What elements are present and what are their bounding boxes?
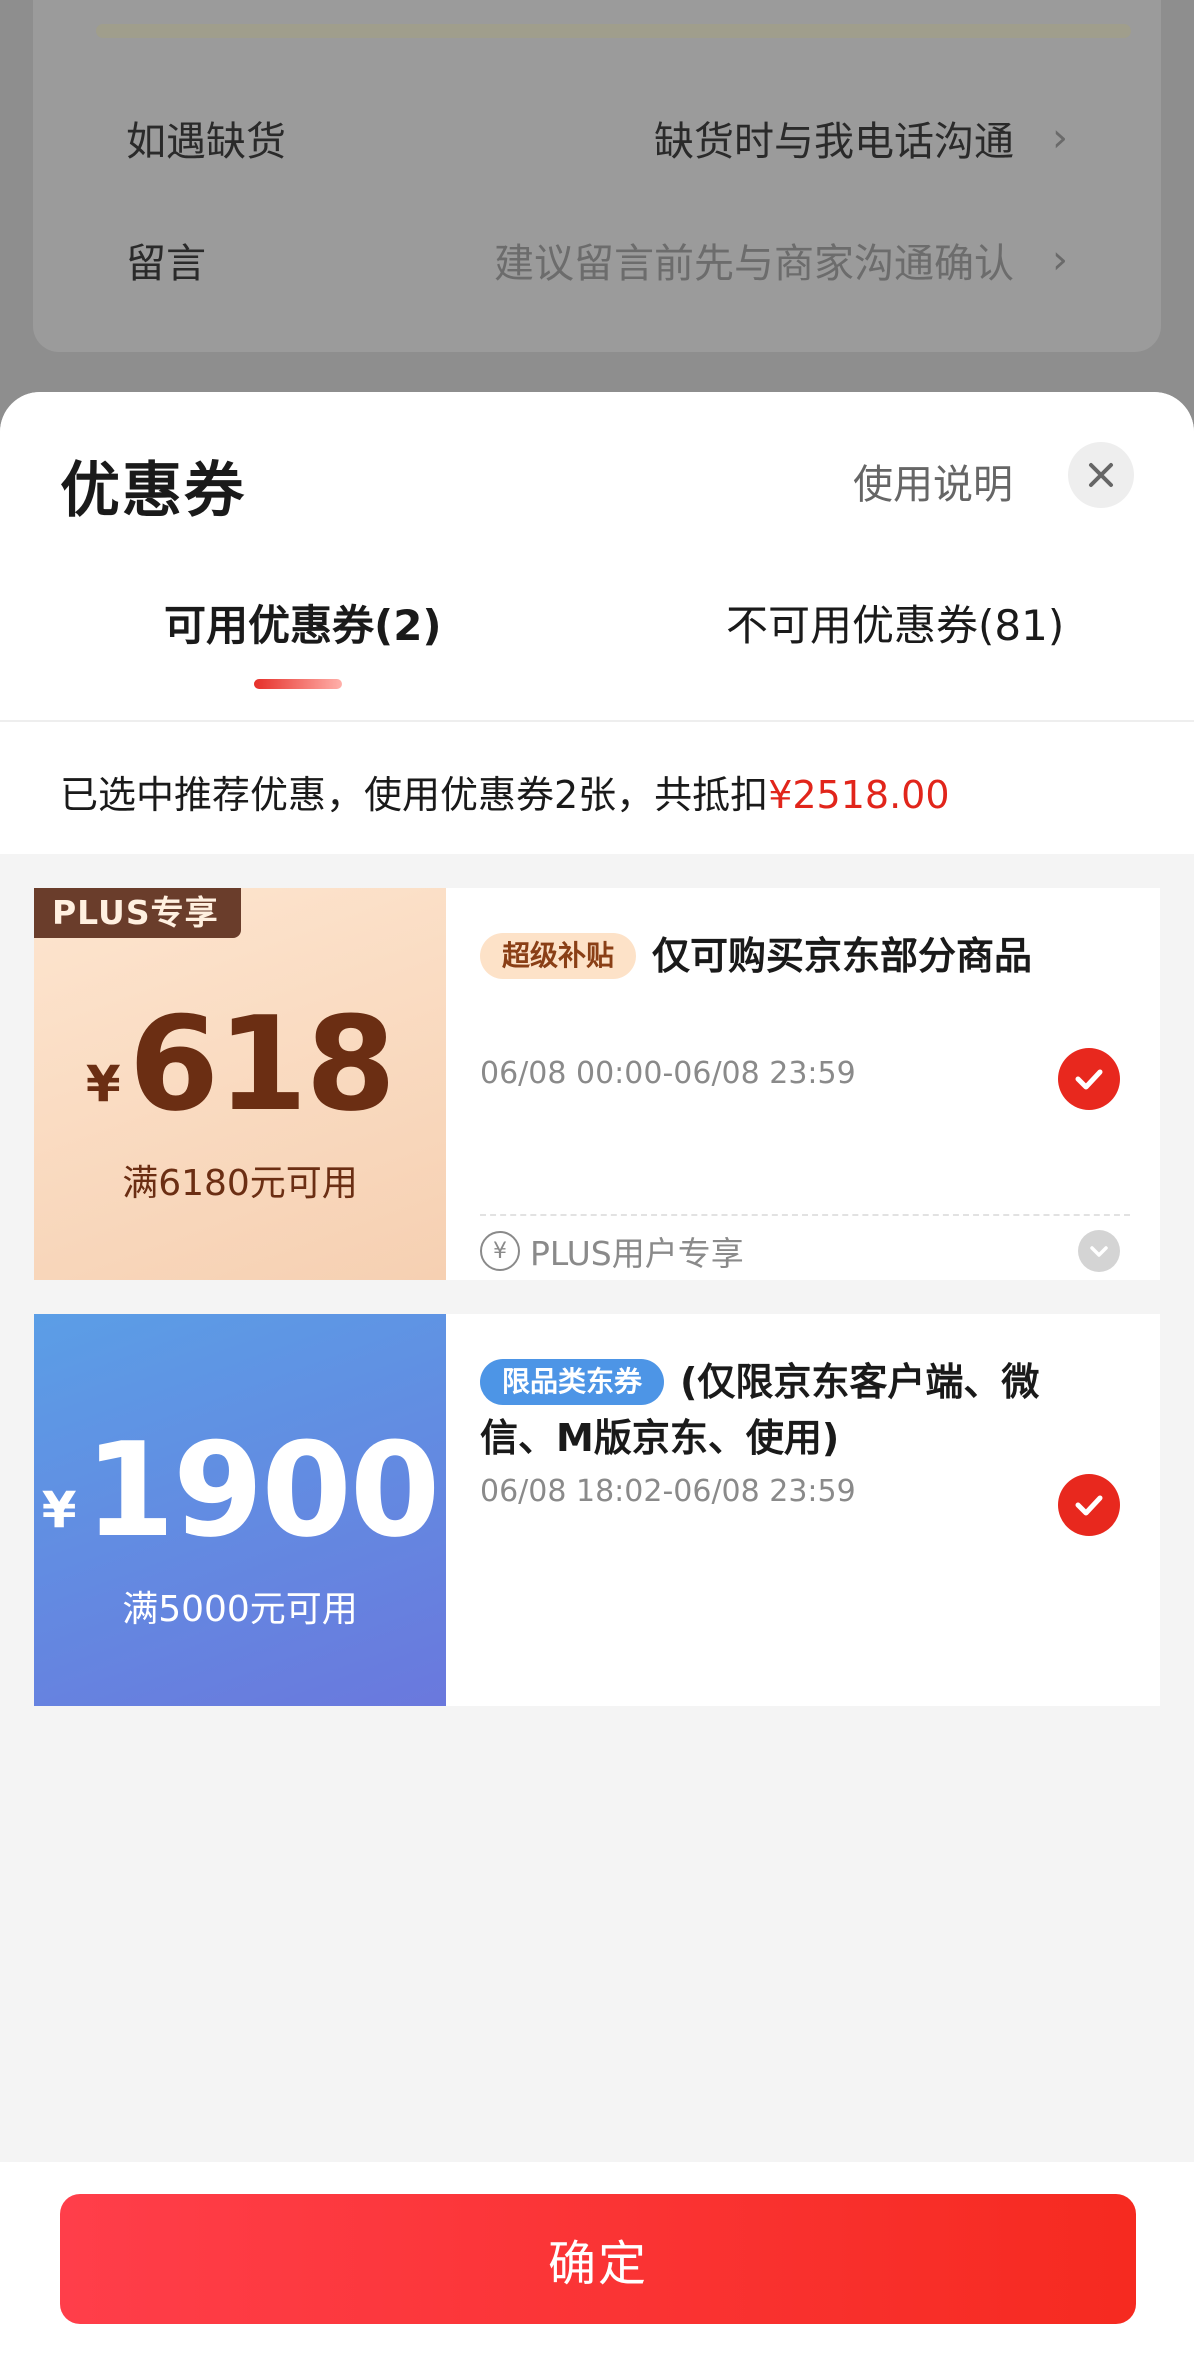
yen-circle-icon: ¥ bbox=[480, 1231, 520, 1271]
out-of-stock-row: 如遇缺货 缺货时与我电话沟通 › bbox=[126, 108, 1068, 168]
coupon-sheet: 优惠券 使用说明 可用优惠券(2) 不可用优惠券(81) 已选中推荐优惠，使用优… bbox=[0, 392, 1194, 2362]
coupon-condition: 满6180元可用 bbox=[122, 1163, 358, 1204]
expand-button[interactable] bbox=[1078, 1230, 1120, 1272]
coupon-badge: 超级补贴 bbox=[480, 933, 637, 979]
close-button[interactable] bbox=[1068, 442, 1134, 508]
confirm-button[interactable]: 确定 bbox=[60, 2194, 1136, 2324]
check-icon bbox=[1075, 1069, 1103, 1090]
background-strip bbox=[96, 24, 1131, 38]
coupon-amount-value: 1900 bbox=[84, 1414, 440, 1566]
sheet-title: 优惠券 bbox=[60, 456, 246, 526]
tab-unavailable[interactable]: 不可用优惠券(81) bbox=[726, 592, 1064, 653]
check-icon bbox=[1075, 1495, 1103, 1516]
coupon-amount-value: 618 bbox=[128, 988, 396, 1140]
coupon-card[interactable]: ¥1900 满5000元可用 限品类东券 (仅限京东客户端、微信、M版京东、使用)… bbox=[34, 1314, 1160, 1706]
selection-summary: 已选中推荐优惠，使用优惠券2张，共抵扣¥2518.00 bbox=[60, 764, 950, 819]
coupon-validity: 06/08 18:02-06/08 23:59 bbox=[480, 1474, 856, 1509]
sheet-footer: 确定 bbox=[0, 2162, 1194, 2362]
out-of-stock-label: 如遇缺货 bbox=[126, 119, 286, 165]
coupon-select-checkbox[interactable] bbox=[1058, 1474, 1120, 1536]
tab-active-indicator bbox=[254, 679, 342, 689]
coupon-title: 限品类东券 (仅限京东客户端、微信、M版京东、使用) bbox=[480, 1354, 1100, 1466]
coupon-value-panel: PLUS专享 ¥618 满6180元可用 bbox=[34, 888, 446, 1280]
plus-user-row[interactable]: ¥ PLUS用户专享 bbox=[480, 1228, 1120, 1274]
tab-available[interactable]: 可用优惠券(2) bbox=[164, 592, 442, 653]
summary-amount: ¥2518.00 bbox=[768, 773, 950, 817]
plus-user-text: PLUS用户专享 bbox=[530, 1234, 744, 1273]
coupon-details: 限品类东券 (仅限京东客户端、微信、M版京东、使用) 06/08 18:02-06… bbox=[480, 1314, 1130, 1706]
coupon-amount: ¥1900 bbox=[34, 1414, 446, 1566]
usage-instructions-link[interactable]: 使用说明 bbox=[853, 452, 1013, 510]
coupon-title: 超级补贴 仅可购买京东部分商品 bbox=[480, 928, 1100, 984]
plus-exclusive-tag: PLUS专享 bbox=[34, 888, 241, 938]
coupon-badge: 限品类东券 bbox=[480, 1359, 665, 1405]
currency-symbol: ¥ bbox=[41, 1481, 77, 1539]
coupon-value-panel: ¥1900 满5000元可用 bbox=[34, 1314, 446, 1706]
sheet-header: 优惠券 使用说明 可用优惠券(2) 不可用优惠券(81) 已选中推荐优惠，使用优… bbox=[0, 392, 1194, 854]
coupon-details: 超级补贴 仅可购买京东部分商品 06/08 00:00-06/08 23:59 ¥… bbox=[480, 888, 1130, 1280]
coupon-condition: 满5000元可用 bbox=[122, 1589, 358, 1630]
coupon-amount: ¥618 bbox=[34, 988, 446, 1140]
out-of-stock-value: 缺货时与我电话沟通 bbox=[654, 119, 1014, 165]
message-label: 留言 bbox=[126, 241, 206, 287]
coupon-validity: 06/08 00:00-06/08 23:59 bbox=[480, 1056, 856, 1091]
coupon-description: 仅可购买京东部分商品 bbox=[652, 934, 1033, 978]
message-row: 留言 建议留言前先与商家沟通确认 › bbox=[126, 230, 1068, 290]
close-icon bbox=[1089, 463, 1113, 487]
coupon-select-checkbox[interactable] bbox=[1058, 1048, 1120, 1110]
background-order-card: 如遇缺货 缺货时与我电话沟通 › 留言 建议留言前先与商家沟通确认 › bbox=[33, 0, 1161, 352]
coupon-card[interactable]: PLUS专享 ¥618 满6180元可用 超级补贴 仅可购买京东部分商品 06/0… bbox=[34, 888, 1160, 1280]
chevron-right-icon: › bbox=[1052, 115, 1068, 161]
coupon-tabs: 可用优惠券(2) 不可用优惠券(81) bbox=[0, 592, 1194, 720]
divider bbox=[0, 720, 1194, 722]
currency-symbol: ¥ bbox=[85, 1055, 121, 1113]
chevron-down-icon bbox=[1090, 1246, 1108, 1257]
message-placeholder: 建议留言前先与商家沟通确认 bbox=[494, 241, 1014, 287]
dashed-divider bbox=[480, 1214, 1130, 1216]
summary-text: 已选中推荐优惠，使用优惠券2张，共抵扣 bbox=[60, 773, 769, 817]
chevron-right-icon: › bbox=[1052, 237, 1068, 283]
